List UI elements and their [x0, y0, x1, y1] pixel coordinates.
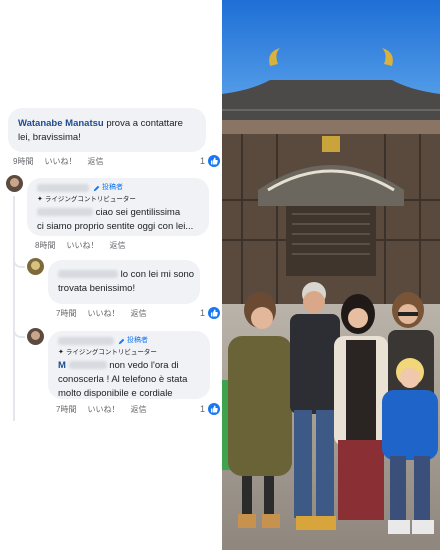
fan-badge: ✦ ライジングコントリビューター	[37, 193, 136, 207]
reply-button[interactable]: 返信	[109, 240, 125, 251]
like-button[interactable]: いいね！	[66, 240, 98, 251]
comment-text: non vedo l'ora di	[109, 360, 179, 371]
comment-text: lo con lei mi sono	[120, 269, 195, 280]
comment-actions: 9時間 いいね！ 返信	[13, 156, 103, 167]
comment-actions: 7時間 いいね！ 返信	[56, 404, 146, 415]
fan-badge-row: ✦ ライジングコントリビューター	[58, 347, 200, 359]
like-icon	[208, 307, 221, 319]
fan-badge-row: ✦ ライジングコントリビューター	[37, 194, 199, 206]
comment-timestamp: 7時間	[56, 309, 77, 318]
comment-author[interactable]: Watanabe Manatsu	[18, 118, 104, 129]
like-button[interactable]: いいね！	[87, 308, 119, 319]
comment-actions: 7時間 いいね！ 返信	[56, 308, 146, 319]
star-icon: ✦	[37, 196, 43, 203]
redacted-name	[37, 184, 89, 192]
star-icon: ✦	[58, 349, 64, 356]
like-icon	[208, 403, 221, 415]
reply-button[interactable]: 返信	[87, 156, 103, 167]
comment-text: conoscerla ! Al telefono è stata	[58, 374, 188, 385]
reaction-count[interactable]: 1	[200, 155, 221, 167]
comment-text: ci siamo proprio sentite oggi con lei...	[37, 221, 194, 232]
redacted-name	[58, 270, 118, 279]
redacted-name	[58, 337, 114, 345]
avatar[interactable]	[27, 328, 44, 345]
comment-author[interactable]: M	[58, 360, 66, 371]
reaction-number: 1	[200, 308, 206, 318]
reaction-count[interactable]: 1	[200, 307, 221, 319]
pencil-icon	[118, 338, 125, 344]
reply-button[interactable]: 返信	[130, 308, 146, 319]
comment-timestamp: 8時間	[35, 241, 56, 250]
reaction-number: 1	[200, 156, 206, 166]
comment-text: trovata benissimo!	[58, 283, 136, 294]
comment-bubble: 投稿者 ✦ ライジングコントリビューター ciao sei gentilissi…	[27, 178, 209, 236]
redacted-name	[68, 361, 107, 370]
reaction-count[interactable]: 1	[200, 403, 221, 415]
comment-bubble: lo con lei mi sono trovata benissimo!	[48, 260, 200, 304]
like-icon	[208, 155, 221, 167]
temple-photo-illustration	[222, 0, 440, 550]
comment-bubble: 投稿者 ✦ ライジングコントリビューター M non vedo l'ora di…	[48, 331, 210, 399]
comment-text: ciao sei gentilissima	[95, 207, 181, 218]
like-button[interactable]: いいね！	[87, 404, 119, 415]
like-button[interactable]: いいね！	[44, 156, 76, 167]
comment-timestamp: 7時間	[56, 405, 77, 414]
comment-timestamp: 9時間	[13, 157, 34, 166]
comment-bubble: Watanabe Manatsu prova a contattare lei,…	[8, 108, 206, 152]
photo-temple-group[interactable]	[222, 0, 440, 550]
reply-button[interactable]: 返信	[130, 404, 146, 415]
avatar[interactable]	[6, 175, 23, 192]
pencil-icon	[93, 185, 100, 191]
redacted-name	[37, 208, 93, 217]
thread-connector-line	[13, 196, 15, 421]
comment-actions: 8時間 いいね！ 返信	[35, 240, 125, 251]
fan-badge: ✦ ライジングコントリビューター	[58, 346, 157, 360]
reaction-number: 1	[200, 404, 206, 414]
avatar[interactable]	[27, 258, 44, 275]
comment-text: molto disponibile e cordiale	[58, 388, 173, 399]
comment-thread: Watanabe Manatsu prova a contattare lei,…	[0, 0, 222, 550]
